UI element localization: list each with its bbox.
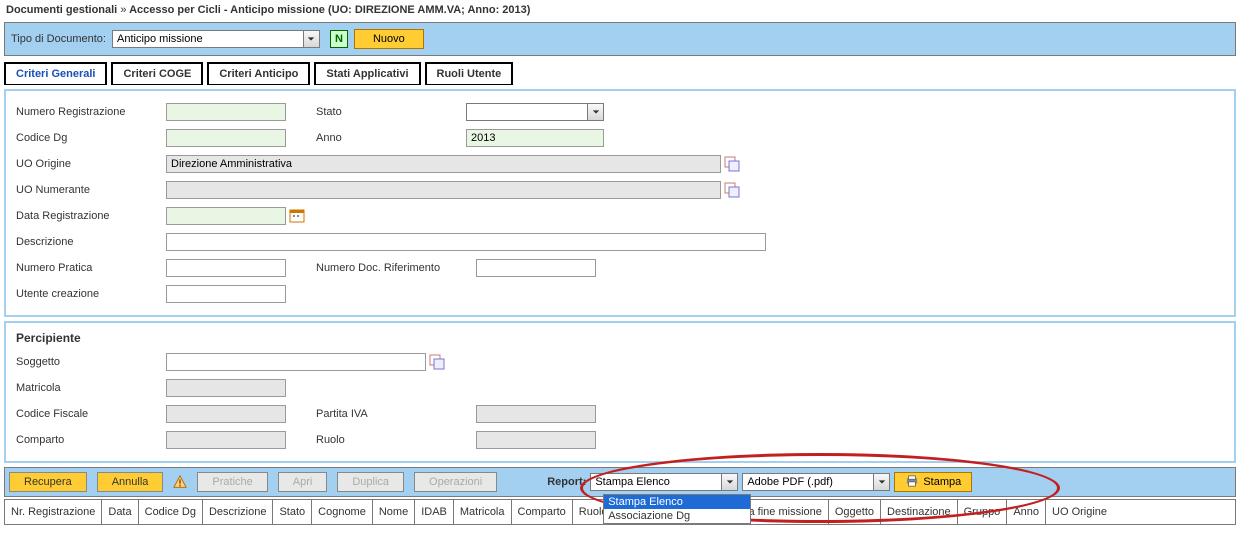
- matricola-input[interactable]: [166, 379, 286, 397]
- uo-origine-label: UO Origine: [16, 158, 166, 170]
- col-nome[interactable]: Nome: [373, 500, 415, 524]
- format-input[interactable]: [743, 474, 873, 490]
- duplica-button: Duplica: [337, 472, 404, 492]
- operazioni-button: Operazioni: [414, 472, 497, 492]
- annulla-button[interactable]: Annulla: [97, 472, 164, 492]
- chevron-down-icon[interactable]: [721, 474, 737, 490]
- soggetto-label: Soggetto: [16, 356, 166, 368]
- descrizione-label: Descrizione: [16, 236, 166, 248]
- data-registrazione-input[interactable]: [166, 207, 286, 225]
- warning-icon: [173, 475, 187, 489]
- uo-numerante-input[interactable]: [166, 181, 721, 199]
- col-oggetto[interactable]: Oggetto: [829, 500, 881, 524]
- numero-pratica-input[interactable]: [166, 259, 286, 277]
- percipiente-panel: Percipiente Soggetto Matricola Codice Fi…: [4, 321, 1236, 463]
- chevron-down-icon[interactable]: [587, 104, 603, 120]
- footer-bar: Recupera Annulla Pratiche Apri Duplica O…: [4, 467, 1236, 497]
- lookup-icon[interactable]: [429, 354, 445, 370]
- data-registrazione-label: Data Registrazione: [16, 210, 166, 222]
- col-cognome[interactable]: Cognome: [312, 500, 373, 524]
- partita-iva-input[interactable]: [476, 405, 596, 423]
- numero-doc-rif-input[interactable]: [476, 259, 596, 277]
- comparto-label: Comparto: [16, 434, 166, 446]
- tipo-documento-combo[interactable]: [112, 30, 320, 48]
- uo-origine-input[interactable]: [166, 155, 721, 173]
- tab-stati-applicativi[interactable]: Stati Applicativi: [314, 62, 420, 85]
- descrizione-input[interactable]: [166, 233, 766, 251]
- lookup-icon[interactable]: [724, 156, 740, 172]
- tipo-documento-input[interactable]: [113, 31, 303, 47]
- col-codice-dg[interactable]: Codice Dg: [139, 500, 203, 524]
- codice-dg-input[interactable]: [166, 129, 286, 147]
- report-option[interactable]: Associazione Dg: [604, 509, 750, 523]
- uo-numerante-label: UO Numerante: [16, 184, 166, 196]
- col-anno[interactable]: Anno: [1007, 500, 1046, 524]
- printer-icon: [905, 475, 919, 490]
- tab-criteri-anticipo[interactable]: Criteri Anticipo: [207, 62, 310, 85]
- tabs: Criteri Generali Criteri COGE Criteri An…: [0, 58, 1240, 85]
- col-uo-origine[interactable]: UO Origine: [1046, 500, 1113, 524]
- ruolo-label: Ruolo: [316, 434, 396, 446]
- breadcrumb: Documenti gestionali » Accesso per Cicli…: [0, 0, 1240, 20]
- report-controls: Report: Stampa: [547, 472, 972, 492]
- stato-input[interactable]: [467, 104, 587, 120]
- stampa-button[interactable]: Stampa: [894, 472, 972, 492]
- percipiente-title: Percipiente: [16, 331, 1224, 345]
- tab-ruoli-utente[interactable]: Ruoli Utente: [425, 62, 514, 85]
- breadcrumb-root[interactable]: Documenti gestionali: [6, 4, 117, 16]
- col-nr-registrazione[interactable]: Nr. Registrazione: [5, 500, 102, 524]
- new-icon[interactable]: N: [330, 30, 348, 48]
- tab-criteri-coge[interactable]: Criteri COGE: [111, 62, 203, 85]
- apri-button: Apri: [278, 472, 328, 492]
- report-label: Report:: [547, 476, 586, 488]
- numero-registrazione-input[interactable]: [166, 103, 286, 121]
- col-gruppo[interactable]: Gruppo: [958, 500, 1008, 524]
- col-matricola[interactable]: Matricola: [454, 500, 512, 524]
- col-idab[interactable]: IDAB: [415, 500, 454, 524]
- anno-input[interactable]: [466, 129, 604, 147]
- recupera-button[interactable]: Recupera: [9, 472, 87, 492]
- numero-doc-rif-label: Numero Doc. Riferimento: [316, 262, 476, 274]
- ruolo-input[interactable]: [476, 431, 596, 449]
- report-combo[interactable]: [590, 473, 738, 491]
- stato-combo[interactable]: [466, 103, 604, 121]
- report-dropdown[interactable]: Stampa Elenco Associazione Dg: [603, 494, 751, 524]
- codice-fiscale-input[interactable]: [166, 405, 286, 423]
- chevron-down-icon[interactable]: [303, 31, 319, 47]
- soggetto-input[interactable]: [166, 353, 426, 371]
- report-option[interactable]: Stampa Elenco: [604, 495, 750, 509]
- numero-registrazione-label: Numero Registrazione: [16, 106, 166, 118]
- col-stato[interactable]: Stato: [273, 500, 312, 524]
- col-data[interactable]: Data: [102, 500, 138, 524]
- matricola-label: Matricola: [16, 382, 166, 394]
- partita-iva-label: Partita IVA: [316, 408, 396, 420]
- stampa-label: Stampa: [923, 476, 961, 488]
- codice-dg-label: Codice Dg: [16, 132, 166, 144]
- format-combo[interactable]: [742, 473, 890, 491]
- report-input[interactable]: [591, 474, 721, 490]
- col-descrizione[interactable]: Descrizione: [203, 500, 273, 524]
- calendar-icon[interactable]: [289, 208, 305, 224]
- numero-pratica-label: Numero Pratica: [16, 262, 166, 274]
- comparto-input[interactable]: [166, 431, 286, 449]
- breadcrumb-page: Accesso per Cicli - Anticipo missione (U…: [129, 4, 530, 16]
- tab-criteri-generali[interactable]: Criteri Generali: [4, 62, 107, 85]
- nuovo-button[interactable]: Nuovo: [354, 29, 424, 49]
- tipo-documento-label: Tipo di Documento:: [11, 33, 106, 45]
- codice-fiscale-label: Codice Fiscale: [16, 408, 166, 420]
- lookup-icon[interactable]: [724, 182, 740, 198]
- utente-creazione-label: Utente creazione: [16, 288, 166, 300]
- anno-label: Anno: [316, 132, 356, 144]
- criteri-generali-panel: Numero Registrazione Stato Codice Dg: [4, 89, 1236, 317]
- col-comparto[interactable]: Comparto: [512, 500, 573, 524]
- chevron-down-icon[interactable]: [873, 474, 889, 490]
- col-destinazione[interactable]: Destinazione: [881, 500, 958, 524]
- utente-creazione-input[interactable]: [166, 285, 286, 303]
- breadcrumb-sep: »: [120, 4, 126, 16]
- stato-label: Stato: [316, 106, 356, 118]
- topbar: Tipo di Documento: N Nuovo: [4, 22, 1236, 56]
- pratiche-button: Pratiche: [197, 472, 267, 492]
